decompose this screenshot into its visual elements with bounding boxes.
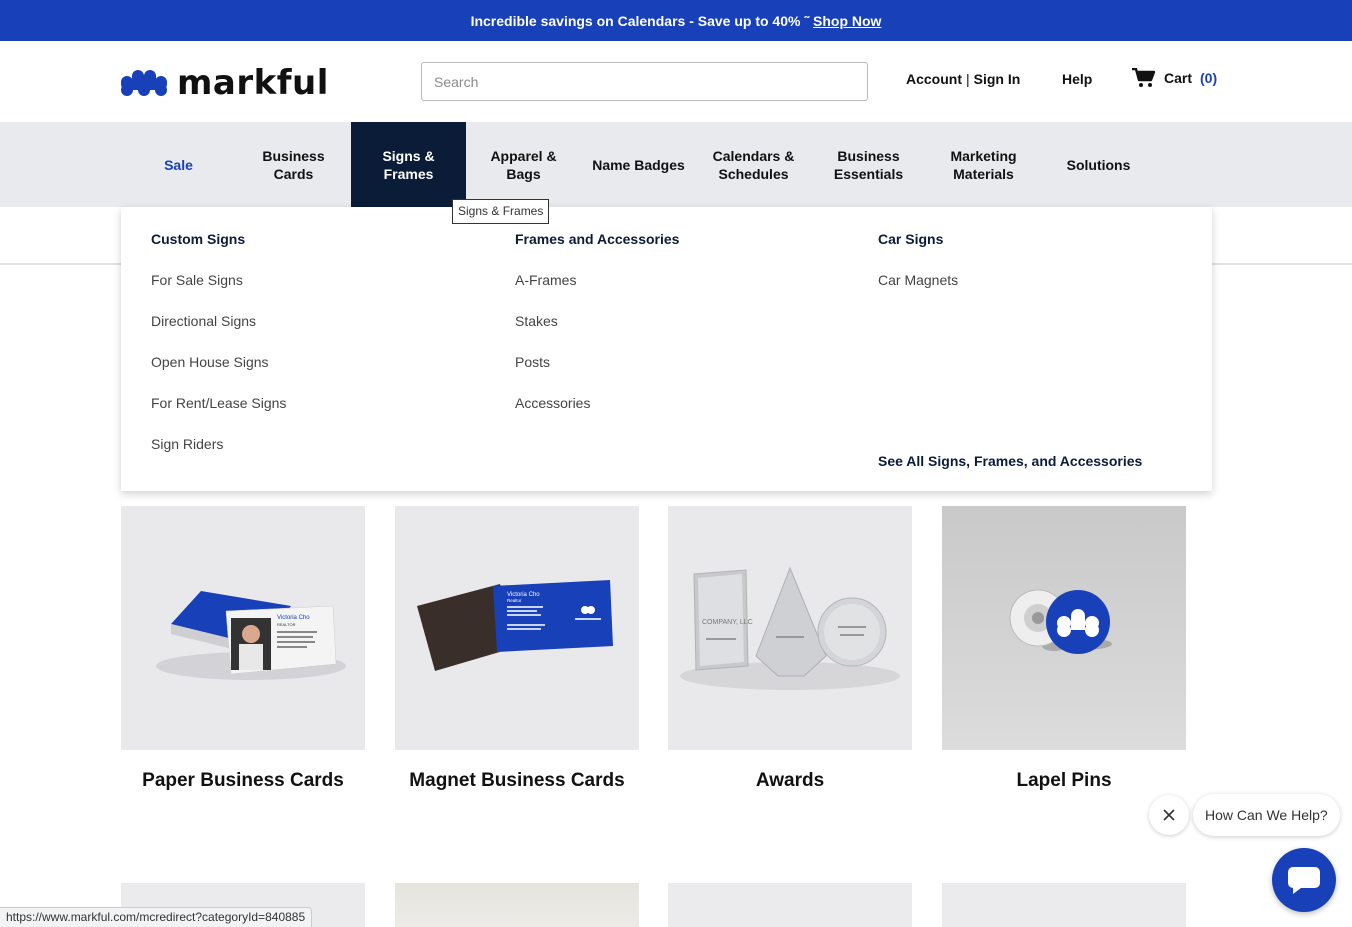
product-card[interactable]: Victoria Cho Realtor Magnet Business Car… [395, 506, 639, 792]
award-text: COMPANY, LLC [702, 619, 753, 626]
menu-link[interactable]: Directional Signs [151, 313, 286, 329]
lapel-pin-illustration [1009, 589, 1112, 654]
menu-link[interactable]: Stakes [515, 313, 679, 329]
awards-illustration: COMPANY, LLC [680, 566, 900, 690]
awards-image[interactable]: COMPANY, LLC [668, 506, 912, 750]
dropdown-column-car-signs: Car Signs Car Magnets [878, 231, 958, 288]
chat-close-button[interactable] [1149, 795, 1189, 835]
product-card-image-partial[interactable] [668, 883, 912, 927]
chat-prompt[interactable]: How Can We Help? [1193, 794, 1340, 836]
menu-link[interactable]: Accessories [515, 395, 679, 411]
cart-count: (0) [1200, 70, 1218, 86]
product-name[interactable]: Lapel Pins [942, 770, 1186, 792]
logo-text: markful [177, 63, 329, 103]
product-card[interactable]: Victoria Cho REALTOR Paper Business Card… [121, 506, 365, 792]
magnet-card-illustration: Victoria Cho Realtor [417, 580, 613, 671]
cart-button[interactable]: Cart (0) [1132, 68, 1217, 88]
nav-item-sale[interactable]: Sale [121, 122, 236, 207]
account-links: Account | Sign In [906, 71, 1020, 87]
site-header: markful Account | Sign In Help Cart (0) [0, 41, 1352, 122]
product-name[interactable]: Magnet Business Cards [395, 770, 639, 792]
chat-icon [1288, 867, 1320, 894]
nav-item-name-badges[interactable]: Name Badges [581, 122, 696, 207]
shop-now-link[interactable]: Shop Now [813, 13, 881, 29]
menu-link[interactable]: Sign Riders [151, 436, 286, 452]
promo-banner: Incredible savings on Calendars - Save u… [0, 0, 1352, 41]
card-title-text: REALTOR [277, 622, 296, 627]
business-card-illustration: Victoria Cho REALTOR [156, 591, 346, 680]
nav-tooltip: Signs & Frames [452, 199, 550, 224]
nav-item-business-cards[interactable]: Business Cards [236, 122, 351, 207]
product-card[interactable]: COMPANY, LLC Awards [668, 506, 912, 792]
product-name[interactable]: Awards [668, 770, 912, 792]
markful-logo-icon [121, 70, 167, 96]
status-url: https://www.markful.com/mcredirect?categ… [0, 907, 313, 927]
paper-business-cards-image[interactable]: Victoria Cho REALTOR [121, 506, 365, 750]
nav-item-signs-frames[interactable]: Signs & Frames [351, 122, 466, 207]
lapel-pins-image[interactable] [942, 506, 1186, 750]
cart-icon [1132, 68, 1156, 87]
card-name-text: Victoria Cho [277, 615, 310, 621]
column-title[interactable]: Frames and Accessories [515, 231, 679, 247]
magnet-business-cards-image[interactable]: Victoria Cho Realtor [395, 506, 639, 750]
dropdown-column-custom-signs: Custom Signs For Sale Signs Directional … [151, 231, 286, 452]
column-title[interactable]: Car Signs [878, 231, 958, 247]
see-all-link[interactable]: See All Signs, Frames, and Accessories [878, 453, 1142, 469]
product-name[interactable]: Paper Business Cards [121, 770, 365, 792]
card-title-text: Realtor [507, 598, 522, 603]
nav-item-calendars-schedules[interactable]: Calendars & Schedules [696, 122, 811, 207]
menu-link[interactable]: Open House Signs [151, 354, 286, 370]
dropdown-column-frames-accessories: Frames and Accessories A-Frames Stakes P… [515, 231, 679, 411]
column-title[interactable]: Custom Signs [151, 231, 286, 247]
product-card-image-partial[interactable] [942, 883, 1186, 927]
chat-launcher-button[interactable] [1272, 848, 1336, 912]
signs-frames-dropdown: Custom Signs For Sale Signs Directional … [121, 207, 1212, 491]
promo-text: Incredible savings on Calendars - Save u… [470, 12, 809, 29]
main-nav: Sale Business Cards Signs & Frames Appar… [0, 122, 1352, 207]
search-input[interactable] [421, 62, 868, 101]
cart-label: Cart [1164, 70, 1193, 86]
menu-link[interactable]: For Sale Signs [151, 272, 286, 288]
product-card-image-partial[interactable] [395, 883, 639, 927]
nav-item-apparel-bags[interactable]: Apparel & Bags [466, 122, 581, 207]
close-icon [1163, 809, 1175, 821]
help-link[interactable]: Help [1062, 71, 1092, 87]
account-separator: | [966, 71, 970, 87]
logo[interactable]: markful [121, 63, 329, 103]
menu-link[interactable]: Car Magnets [878, 272, 958, 288]
nav-item-business-essentials[interactable]: Business Essentials [811, 122, 926, 207]
sign-in-link[interactable]: Sign In [974, 71, 1021, 87]
menu-link[interactable]: Posts [515, 354, 679, 370]
nav-item-marketing-materials[interactable]: Marketing Materials [926, 122, 1041, 207]
menu-link[interactable]: For Rent/Lease Signs [151, 395, 286, 411]
nav-item-solutions[interactable]: Solutions [1041, 122, 1156, 207]
account-link[interactable]: Account [906, 71, 962, 87]
product-card[interactable]: Lapel Pins [942, 506, 1186, 792]
menu-link[interactable]: A-Frames [515, 272, 679, 288]
